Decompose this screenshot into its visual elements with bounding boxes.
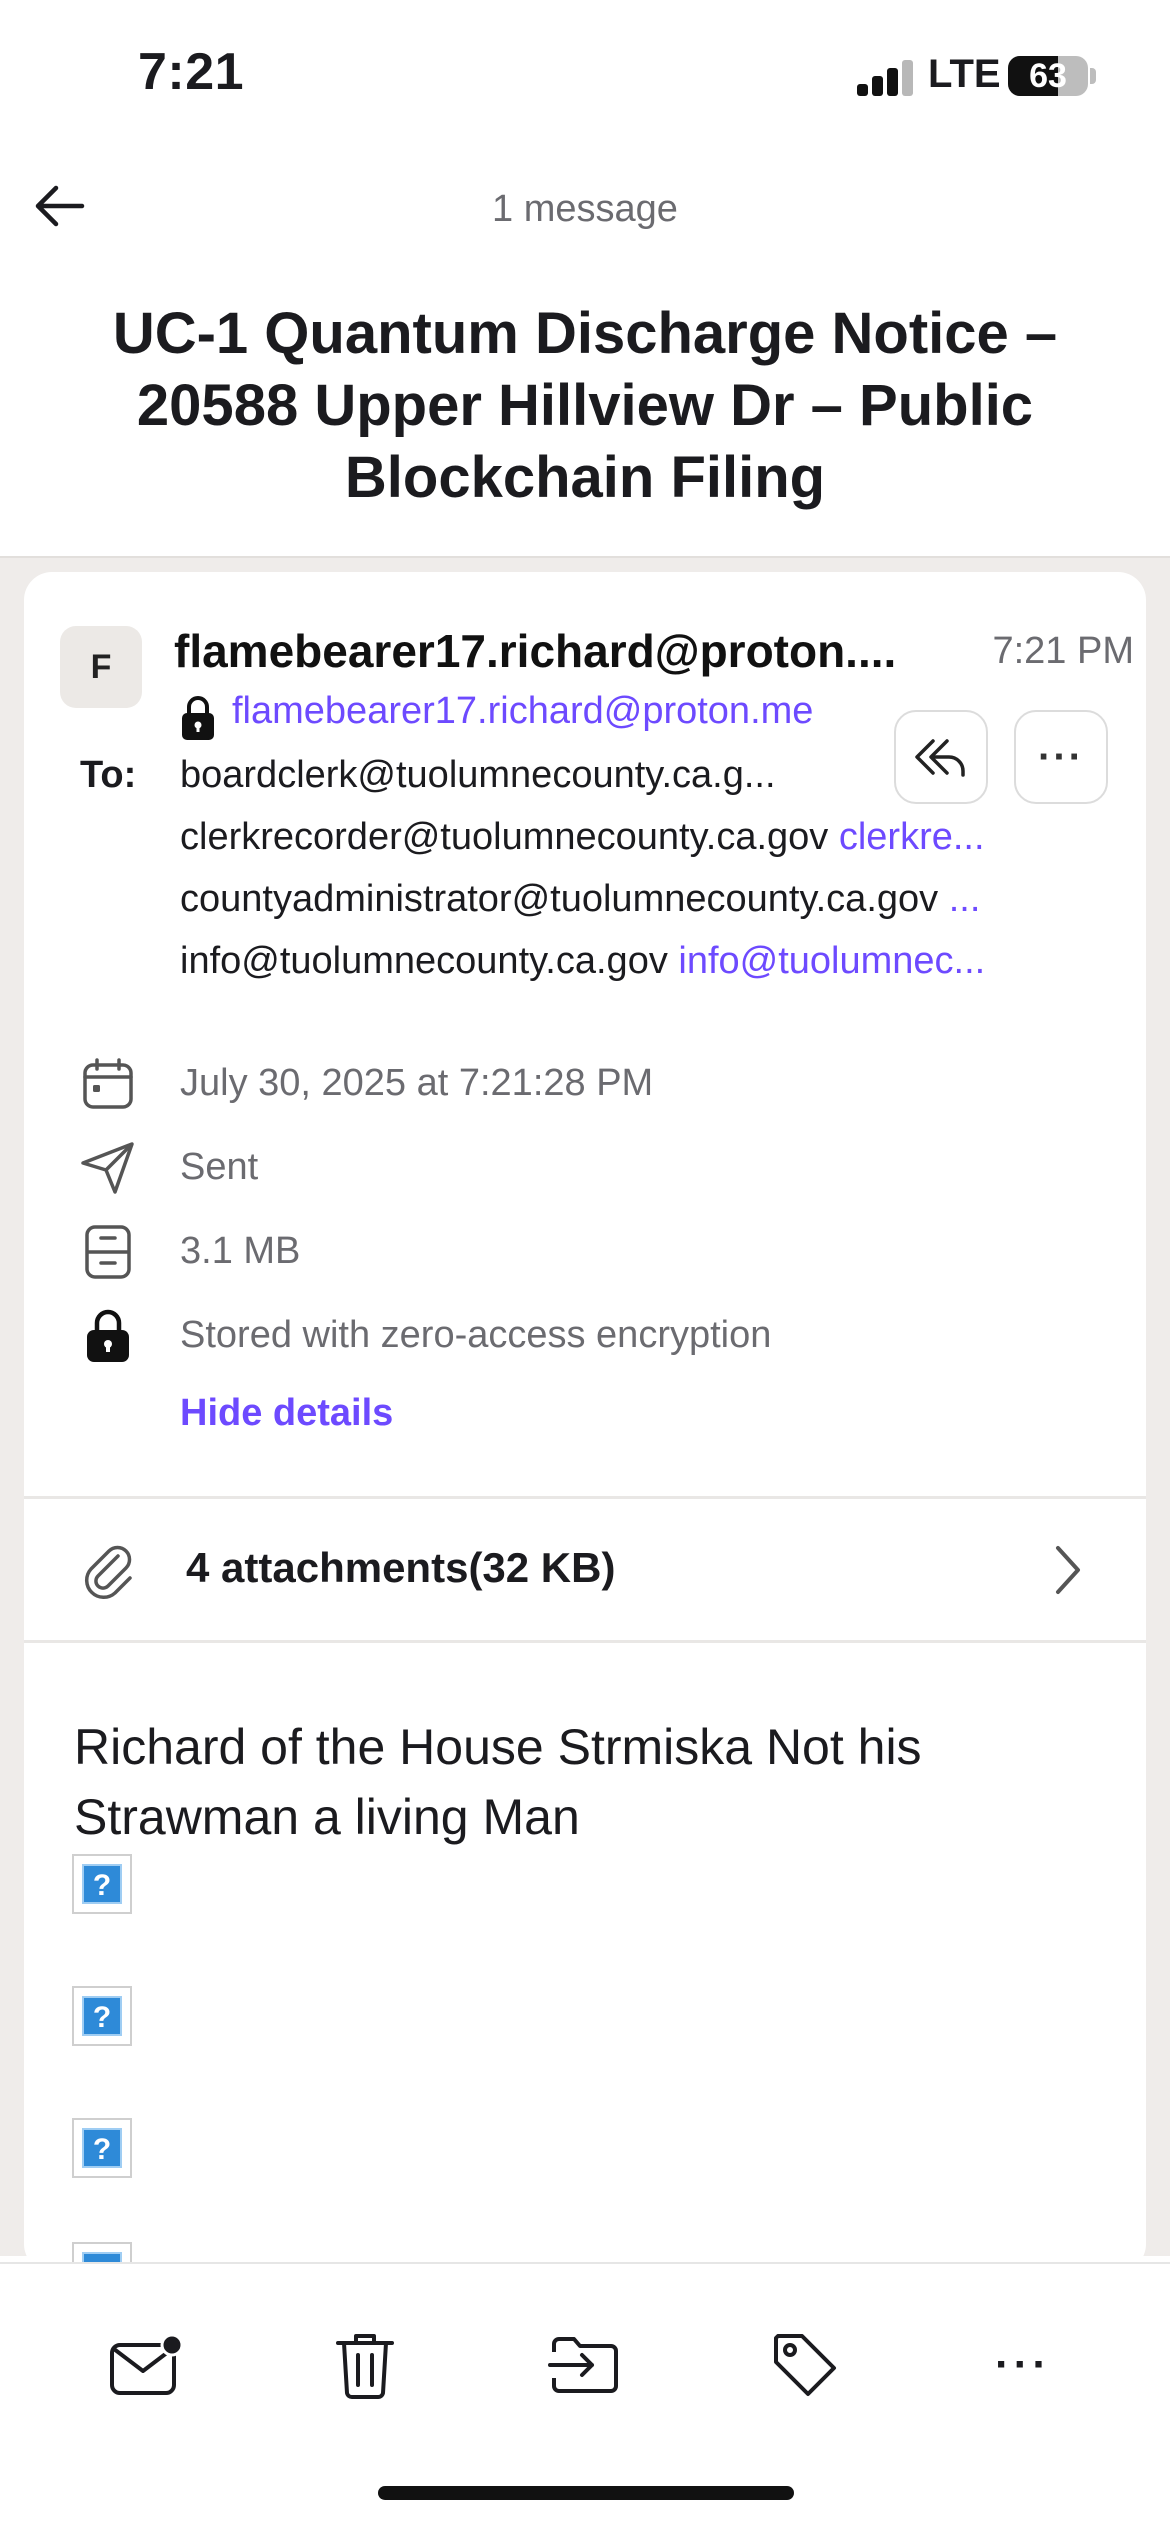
lock-icon (76, 1304, 140, 1368)
paperclip-icon (85, 1545, 132, 1599)
message-folder: Sent (180, 1146, 259, 1188)
trash-icon (336, 2334, 394, 2399)
recipient-address: info@tuolumnecounty.ca.gov (180, 940, 668, 982)
recipient-1[interactable]: boardclerk@tuolumnecounty.ca.g... (180, 754, 880, 797)
encryption-status: Stored with zero-access encryption (180, 1314, 772, 1356)
attachments-row[interactable]: 4 attachments(32 KB) (24, 1498, 1146, 1638)
network-type: LTE (928, 52, 1001, 96)
mark-unread-button[interactable] (102, 2320, 192, 2410)
move-to-folder-button[interactable] (540, 2320, 630, 2410)
question-mark-icon: ? (82, 2128, 122, 2168)
status-time: 7:21 (138, 43, 245, 101)
home-indicator (378, 2486, 794, 2500)
reply-all-icon (915, 739, 965, 777)
recipient-4[interactable]: info@tuolumnecounty.ca.gov info@tuolumne… (180, 940, 1116, 983)
recipient-address: clerkrecorder@tuolumnecounty.ca.gov (180, 816, 829, 858)
tag-icon (774, 2334, 836, 2396)
detail-folder-row: Sent (24, 1136, 1146, 1200)
question-mark-icon: ? (82, 1996, 122, 2036)
storage-icon (76, 1220, 140, 1284)
recipient-alias: ... (948, 878, 981, 920)
delete-button[interactable] (320, 2320, 410, 2410)
divider (24, 1640, 1146, 1643)
lock-icon (182, 696, 214, 740)
paper-plane-icon (76, 1136, 140, 1200)
email-detail-screen: 7:21 LTE 63 1 message UC-1 Quantum Disch… (0, 0, 1170, 2532)
message-card: F flamebearer17.richard@proton.... 7:21 … (24, 572, 1146, 2302)
more-actions-button[interactable]: ··· (978, 2320, 1068, 2410)
status-bar: 7:21 LTE 63 (0, 0, 1170, 150)
recipient-3[interactable]: countyadministrator@tuolumnecounty.ca.go… (180, 878, 1116, 921)
message-date: July 30, 2025 at 7:21:28 PM (180, 1062, 654, 1104)
message-count: 1 message (492, 188, 678, 230)
calendar-icon (76, 1052, 140, 1116)
envelope-unread-icon (110, 2333, 184, 2395)
battery-tip (1090, 68, 1096, 84)
detail-size-row: 3.1 MB (24, 1220, 1146, 1284)
attachments-count: 4 attachments (186, 1544, 469, 1591)
message-time: 7:21 PM (992, 630, 1134, 672)
chevron-right-icon (1056, 1546, 1080, 1594)
broken-image[interactable]: ? (72, 2118, 132, 2178)
detail-encryption-row: Stored with zero-access encryption (24, 1304, 1146, 1368)
more-options-button[interactable]: ··· (1014, 710, 1108, 804)
to-label: To: (80, 754, 137, 796)
sender-avatar[interactable]: F (60, 626, 142, 708)
detail-date-row: July 30, 2025 at 7:21:28 PM (24, 1052, 1146, 1116)
recipient-address: countyadministrator@tuolumnecounty.ca.go… (180, 878, 939, 920)
reply-all-button[interactable] (894, 710, 988, 804)
battery-icon: 63 (1008, 56, 1088, 96)
hide-details-link[interactable]: Hide details (180, 1392, 393, 1435)
recipient-2[interactable]: clerkrecorder@tuolumnecounty.ca.gov cler… (180, 816, 1116, 859)
attachments-size: (32 KB) (468, 1544, 616, 1591)
broken-image[interactable]: ? (72, 1986, 132, 2046)
email-body-text: Richard of the House Strmiska Not his St… (74, 1719, 922, 1845)
battery-level: 63 (1029, 57, 1067, 95)
recipient-address: boardclerk@tuolumnecounty.ca.g... (180, 754, 776, 796)
broken-image[interactable]: ? (72, 1854, 132, 1914)
sender-address[interactable]: flamebearer17.richard@proton.me (232, 690, 912, 733)
email-subject: UC-1 Quantum Discharge Notice – 20588 Up… (112, 301, 1058, 510)
folder-move-icon (548, 2337, 618, 2393)
message-size: 3.1 MB (180, 1230, 301, 1272)
signal-icon (857, 60, 913, 96)
question-mark-icon: ? (82, 1864, 122, 1904)
sender-name[interactable]: flamebearer17.richard@proton.... (174, 624, 964, 678)
label-button[interactable] (760, 2320, 850, 2410)
attachments-summary: 4 attachments(32 KB) (186, 1544, 615, 1592)
recipient-alias: info@tuolumnec... (678, 940, 986, 982)
recipient-alias: clerkre... (838, 816, 985, 858)
